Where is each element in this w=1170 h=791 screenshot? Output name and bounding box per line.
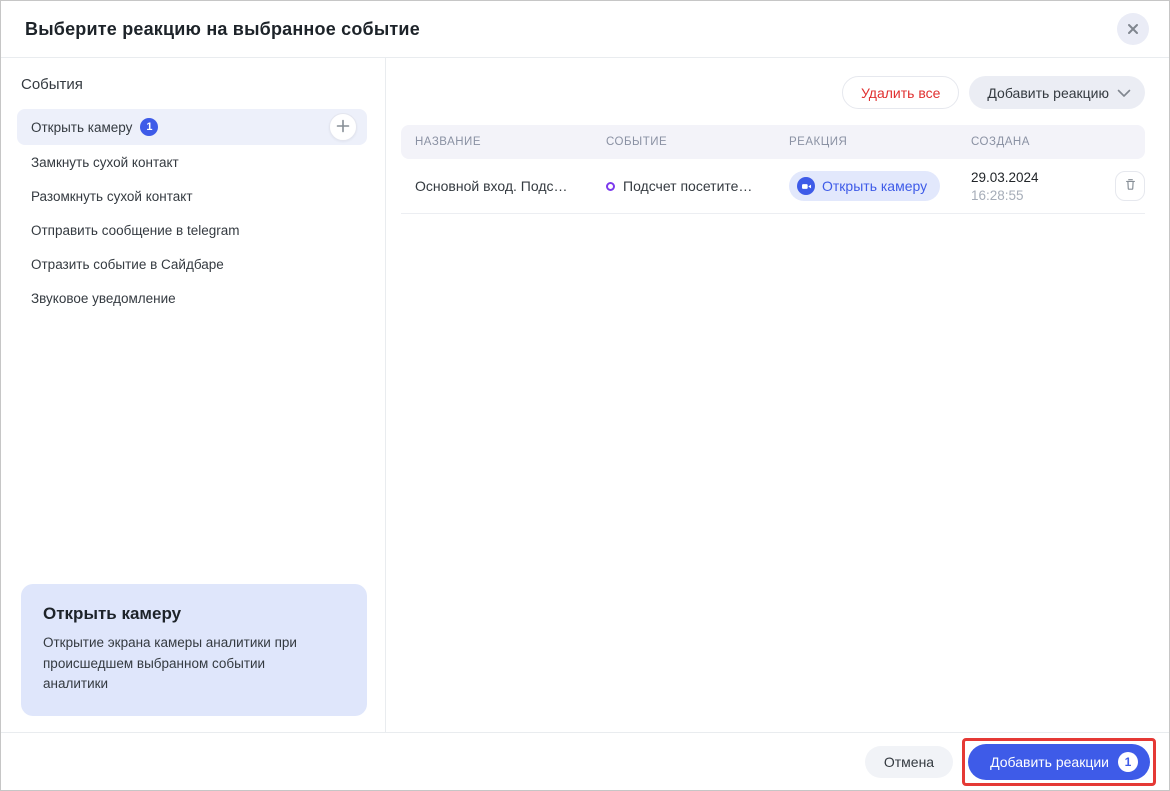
sidebar-item-open-dry-contact[interactable]: Разомкнуть сухой контакт bbox=[17, 179, 367, 213]
sidebar-item-close-dry-contact[interactable]: Замкнуть сухой контакт bbox=[17, 145, 367, 179]
row-actions bbox=[1099, 171, 1145, 201]
selected-count-badge: 1 bbox=[1118, 752, 1138, 772]
row-name: Основной вход. Подс… bbox=[401, 178, 592, 194]
table-header-row: НАЗВАНИЕ СОБЫТИЕ РЕАКЦИЯ СОЗДАНА bbox=[401, 125, 1145, 159]
info-card-title: Открыть камеру bbox=[43, 604, 345, 624]
plus-icon bbox=[335, 118, 351, 137]
sidebar-item-sound-notification[interactable]: Звуковое уведомление bbox=[17, 281, 367, 315]
add-reactions-submit-button[interactable]: Добавить реакции 1 bbox=[968, 744, 1150, 780]
annotation-highlight-box: Добавить реакции 1 bbox=[962, 738, 1156, 786]
row-event: Подсчет посетите… bbox=[592, 178, 775, 194]
panel-toolbar: Удалить все Добавить реакцию bbox=[401, 76, 1145, 109]
close-button[interactable] bbox=[1117, 13, 1149, 45]
reaction-dialog: Выберите реакцию на выбранное событие Со… bbox=[0, 0, 1170, 791]
camera-icon bbox=[797, 177, 815, 195]
dialog-header: Выберите реакцию на выбранное событие bbox=[1, 1, 1169, 58]
column-header-reaction: РЕАКЦИЯ bbox=[775, 136, 957, 148]
reaction-count-badge: 1 bbox=[140, 118, 158, 136]
reactions-panel: Удалить все Добавить реакцию НАЗВАНИЕ СО… bbox=[386, 58, 1169, 732]
row-reaction: Открыть камеру bbox=[775, 171, 957, 201]
reaction-chip[interactable]: Открыть камеру bbox=[789, 171, 940, 201]
trash-icon bbox=[1123, 177, 1138, 195]
column-header-created: СОЗДАНА bbox=[957, 136, 1099, 148]
info-card-description: Открытие экрана камеры аналитики при про… bbox=[43, 633, 323, 694]
events-sidebar: События Открыть камеру 1 Замкнуть сухой … bbox=[1, 58, 386, 732]
row-created-date: 29.03.2024 bbox=[971, 170, 1099, 185]
row-created-time: 16:28:55 bbox=[971, 188, 1099, 203]
add-reaction-dropdown[interactable]: Добавить реакцию bbox=[969, 76, 1145, 109]
chevron-down-icon bbox=[1117, 85, 1131, 101]
sidebar-item-open-camera[interactable]: Открыть камеру 1 bbox=[17, 109, 367, 145]
cancel-button[interactable]: Отмена bbox=[865, 746, 953, 778]
reaction-chip-label: Открыть камеру bbox=[822, 178, 927, 194]
events-list: Открыть камеру 1 Замкнуть сухой контакт … bbox=[17, 109, 367, 315]
sidebar-item-send-telegram[interactable]: Отправить сообщение в telegram bbox=[17, 213, 367, 247]
add-reaction-plus-button[interactable] bbox=[329, 113, 357, 141]
dialog-title: Выберите реакцию на выбранное событие bbox=[25, 19, 420, 40]
reactions-table: НАЗВАНИЕ СОБЫТИЕ РЕАКЦИЯ СОЗДАНА Основно… bbox=[401, 125, 1145, 214]
add-reaction-dropdown-label: Добавить реакцию bbox=[987, 85, 1109, 101]
add-reactions-label: Добавить реакции bbox=[990, 754, 1109, 770]
row-created: 29.03.2024 16:28:55 bbox=[957, 170, 1099, 203]
table-row: Основной вход. Подс… Подсчет посетите… О… bbox=[401, 159, 1145, 214]
delete-row-button[interactable] bbox=[1115, 171, 1145, 201]
column-header-name: НАЗВАНИЕ bbox=[401, 136, 592, 148]
sidebar-item-show-in-sidebar[interactable]: Отразить событие в Сайдбаре bbox=[17, 247, 367, 281]
sidebar-title: События bbox=[21, 76, 367, 93]
row-event-label: Подсчет посетите… bbox=[623, 178, 752, 194]
close-icon bbox=[1126, 22, 1140, 36]
analytics-event-icon bbox=[606, 182, 615, 191]
column-header-event: СОБЫТИЕ bbox=[592, 136, 775, 148]
dialog-body: События Открыть камеру 1 Замкнуть сухой … bbox=[1, 58, 1169, 732]
event-info-card: Открыть камеру Открытие экрана камеры ан… bbox=[21, 584, 367, 716]
sidebar-item-label: Открыть камеру bbox=[31, 120, 132, 135]
delete-all-button[interactable]: Удалить все bbox=[842, 76, 959, 109]
dialog-footer: Отмена Добавить реакции 1 bbox=[1, 732, 1169, 790]
